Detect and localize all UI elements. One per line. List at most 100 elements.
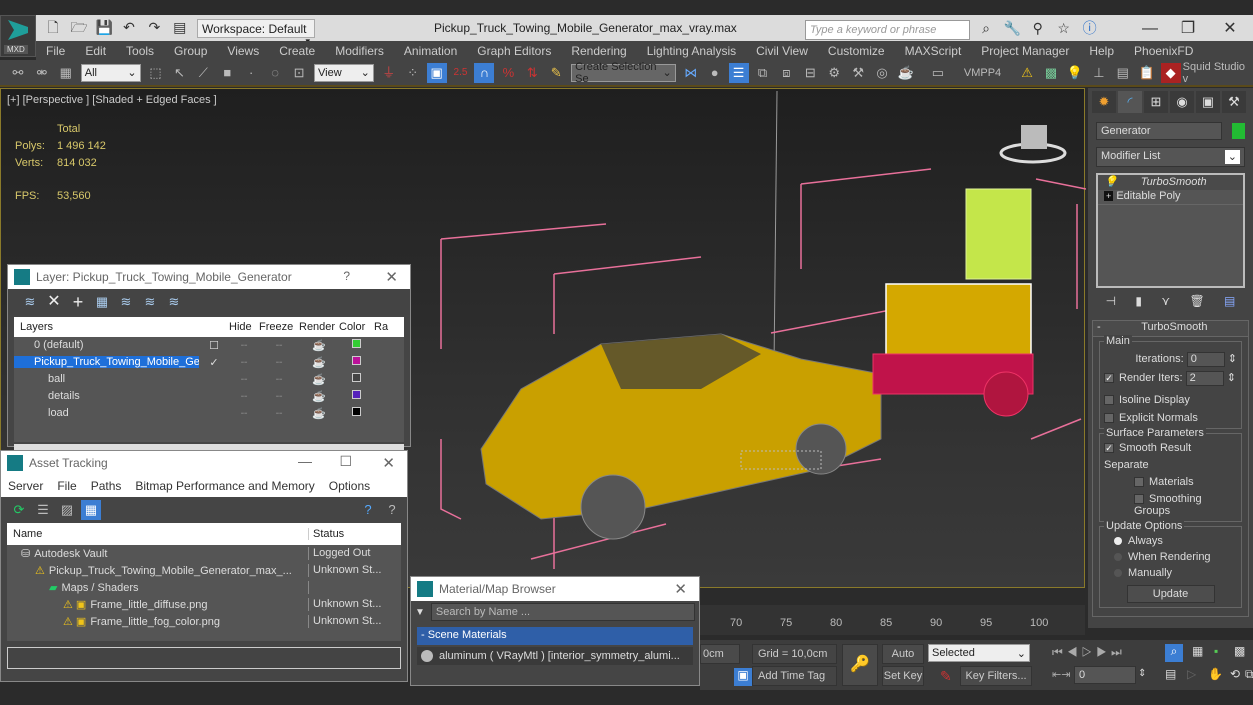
- col-freeze[interactable]: Freeze: [259, 321, 299, 333]
- freeze-toggle[interactable]: ╌: [259, 407, 299, 420]
- select-move-icon[interactable]: ·: [241, 63, 261, 83]
- field-of-view-icon[interactable]: ▤: [1165, 667, 1176, 681]
- remove-modifier-icon[interactable]: 🗑: [1189, 294, 1204, 308]
- menu-create[interactable]: Create: [269, 44, 325, 58]
- workspace-dropdown[interactable]: Workspace: Default▾: [197, 19, 315, 46]
- select-object-icon[interactable]: ⬚: [146, 63, 166, 83]
- hide-all-layers-icon[interactable]: ≋: [140, 292, 160, 312]
- play-icon[interactable]: ▷: [1082, 645, 1097, 659]
- satellite-icon[interactable]: ⚲: [1030, 20, 1046, 36]
- hide-toggle[interactable]: ╌: [229, 356, 259, 369]
- maximize-icon[interactable]: ☐: [339, 453, 352, 470]
- render-teapot-icon[interactable]: ☕: [299, 407, 339, 420]
- link-icon[interactable]: ⚯: [8, 63, 28, 83]
- material-item[interactable]: aluminum ( VRayMtl ) [interior_symmetry_…: [417, 647, 693, 665]
- axis-icon[interactable]: ⊥: [1089, 63, 1109, 83]
- layer-color-swatch[interactable]: [352, 407, 361, 416]
- smooth-result-checkbox[interactable]: ✓: [1104, 443, 1114, 454]
- render-setup-icon[interactable]: ⚒: [848, 63, 868, 83]
- motion-tab-icon[interactable]: ◉: [1170, 91, 1194, 113]
- map-icon[interactable]: ▩: [1041, 63, 1061, 83]
- create-tab-icon[interactable]: ✹: [1092, 91, 1116, 113]
- thumbnail-view-icon[interactable]: ▨: [57, 500, 77, 520]
- maximize-viewport-icon[interactable]: ⧉: [1245, 667, 1253, 682]
- key-filter-pen-icon[interactable]: ✎: [940, 668, 952, 685]
- expand-icon[interactable]: +: [1104, 191, 1114, 201]
- asset-row[interactable]: ⚠ Pickup_Truck_Towing_Mobile_Generator_ma…: [7, 562, 401, 579]
- percent-snap-icon[interactable]: %: [498, 63, 518, 83]
- layer-color-swatch[interactable]: [352, 356, 361, 365]
- menu-civil-view[interactable]: Civil View: [746, 44, 818, 58]
- show-end-result-icon[interactable]: ▮: [1135, 294, 1142, 308]
- rendered-frame-icon[interactable]: ◎: [872, 63, 892, 83]
- col-name[interactable]: Name: [7, 528, 309, 540]
- modifier-list-dropdown[interactable]: Modifier List ⌄: [1096, 147, 1245, 167]
- new-file-icon[interactable]: 🗋: [45, 19, 61, 35]
- menu-help[interactable]: Help: [1079, 44, 1124, 58]
- display-tab-icon[interactable]: ▣: [1196, 91, 1220, 113]
- help-button[interactable]: ?: [343, 269, 350, 283]
- auto-key-button[interactable]: Auto Key: [882, 644, 924, 678]
- spinner-arrows-icon[interactable]: ⇕: [1228, 353, 1237, 365]
- table-view-icon[interactable]: ▦: [81, 500, 101, 520]
- key-mode-toggle-icon[interactable]: ⇤⇥: [1052, 668, 1070, 681]
- curve-editor-icon[interactable]: ⧈: [776, 63, 796, 83]
- manually-radio[interactable]: [1114, 569, 1122, 578]
- render-iters-spinner[interactable]: 2: [1185, 371, 1224, 386]
- manipulate-icon[interactable]: ⁘: [403, 63, 423, 83]
- pin-stack-icon[interactable]: ⊣: [1106, 294, 1116, 308]
- isoline-checkbox[interactable]: [1104, 395, 1114, 406]
- go-to-end-icon[interactable]: ⏭: [1111, 645, 1126, 659]
- asset-row[interactable]: ▰ Maps / Shaders: [7, 579, 401, 596]
- vray-toolbar-icon[interactable]: ▭: [928, 63, 948, 83]
- zoom-extents-icon[interactable]: ⌕: [1165, 644, 1183, 662]
- menu-phoenixfd[interactable]: PhoenixFD: [1124, 44, 1203, 58]
- set-key-mode-icon[interactable]: 🔑: [842, 644, 878, 686]
- layer-color-swatch[interactable]: [352, 339, 361, 348]
- render-teapot-icon[interactable]: ☕: [299, 390, 339, 403]
- spinner-snap-icon[interactable]: ⇅: [522, 63, 542, 83]
- star-icon[interactable]: ☆: [1056, 20, 1072, 36]
- key-mode-dropdown[interactable]: Selected ⌄: [928, 644, 1030, 662]
- open-file-icon[interactable]: 🗁: [70, 19, 87, 35]
- current-frame-field[interactable]: 0: [1074, 666, 1136, 684]
- render-teapot-icon[interactable]: ☕: [299, 373, 339, 386]
- materials-checkbox[interactable]: [1134, 477, 1144, 488]
- asset-menu-options[interactable]: Options: [322, 479, 377, 493]
- close-icon[interactable]: ✕: [674, 580, 687, 598]
- unlink-icon[interactable]: ⚮: [32, 63, 52, 83]
- object-name-field[interactable]: Generator: [1096, 122, 1222, 140]
- col-layers[interactable]: Layers: [14, 321, 199, 333]
- layer-row[interactable]: details ╌ ╌ ☕: [14, 388, 404, 405]
- asset-window-titlebar[interactable]: Asset Tracking ☐ — ✕: [1, 451, 407, 475]
- active-layer-check-icon[interactable]: ✓: [199, 356, 229, 369]
- next-frame-icon[interactable]: ▶: [1096, 645, 1111, 659]
- menu-graph-editors[interactable]: Graph Editors: [467, 44, 561, 58]
- hide-toggle[interactable]: ╌: [229, 339, 259, 352]
- help-search-input[interactable]: Type a keyword or phrase: [805, 20, 970, 40]
- material-browser-titlebar[interactable]: Material/Map Browser ✕: [411, 577, 699, 601]
- help-icon[interactable]: ?: [358, 500, 378, 520]
- menu-modifiers[interactable]: Modifiers: [325, 44, 394, 58]
- freeze-all-layers-icon[interactable]: ≋: [164, 292, 184, 312]
- menu-customize[interactable]: Customize: [818, 44, 895, 58]
- key-filters-button[interactable]: Key Filters...: [960, 666, 1032, 686]
- asset-row[interactable]: ⚠ ▣ Frame_little_fog_color.png Unknown St.…: [7, 613, 401, 630]
- viewcube-icon[interactable]: [999, 117, 1069, 167]
- select-by-name-icon[interactable]: ↖: [169, 63, 189, 83]
- layer-explorer-icon[interactable]: ⧉: [753, 63, 773, 83]
- make-unique-icon[interactable]: ⋎: [1161, 294, 1170, 308]
- menu-tools[interactable]: Tools: [116, 44, 164, 58]
- align-icon[interactable]: ●: [705, 63, 725, 83]
- select-in-layer-icon[interactable]: ▦: [92, 292, 112, 312]
- utilities-tab-icon[interactable]: ⚒: [1222, 91, 1246, 113]
- render-teapot-icon[interactable]: ☕: [299, 356, 339, 369]
- reference-coord-dropdown[interactable]: View ⌄: [314, 63, 374, 82]
- bind-spacewarp-icon[interactable]: ▦: [56, 63, 76, 83]
- asset-menu-paths[interactable]: Paths: [84, 479, 129, 493]
- freeze-toggle[interactable]: ╌: [259, 339, 299, 352]
- named-selection-dropdown[interactable]: Create Selection Se ⌄: [571, 61, 676, 85]
- window-crossing-icon[interactable]: ■: [217, 63, 237, 83]
- timeline[interactable]: 70 75 80 85 90 95 100: [700, 605, 1085, 635]
- binoculars-icon[interactable]: ⌕: [978, 20, 994, 36]
